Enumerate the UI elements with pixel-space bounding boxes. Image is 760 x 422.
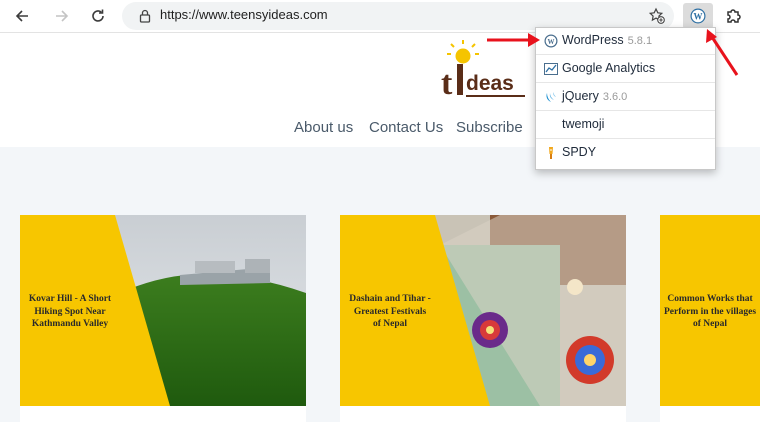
annotation-arrow-to-extension: [706, 29, 739, 76]
annotation-arrow-to-wordpress: [487, 33, 540, 47]
annotation-arrows: [487, 29, 739, 76]
